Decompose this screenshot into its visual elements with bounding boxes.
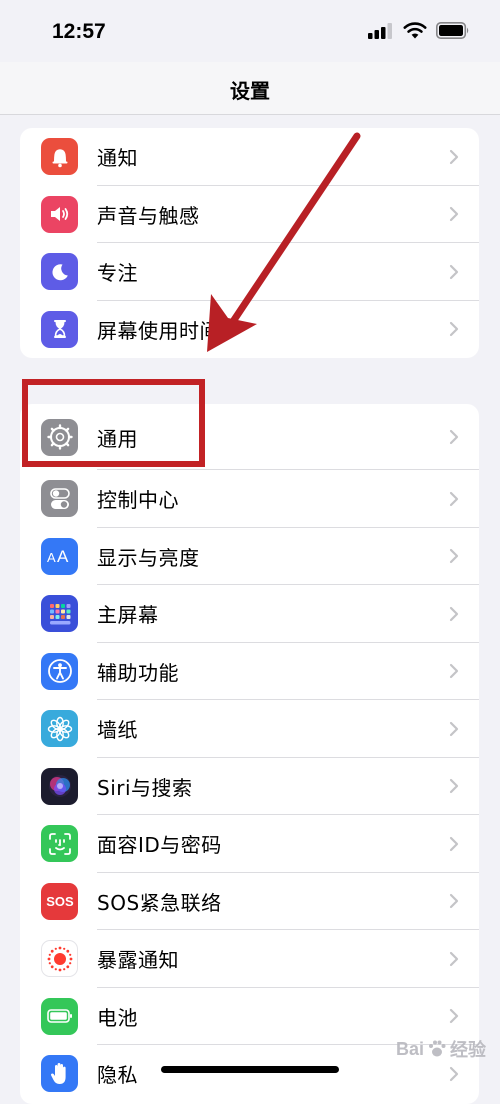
watermark-brand: Bai bbox=[395, 1038, 424, 1059]
chevron-right-icon bbox=[449, 264, 459, 279]
settings-row-label: 墙纸 bbox=[97, 718, 138, 743]
chevron-right-icon bbox=[449, 322, 459, 337]
hand-icon bbox=[41, 1055, 78, 1093]
settings-row-label: 主屏幕 bbox=[97, 603, 159, 628]
chevron-right-icon bbox=[449, 721, 459, 736]
svg-text:A: A bbox=[47, 550, 56, 565]
settings-row-label: 通知 bbox=[97, 146, 138, 171]
settings-row-label: 显示与亮度 bbox=[97, 545, 200, 570]
accessibility-icon bbox=[41, 652, 78, 690]
siri-icon bbox=[41, 767, 78, 805]
settings-row-label: 隐私 bbox=[97, 1063, 138, 1088]
chevron-right-icon bbox=[449, 207, 459, 222]
svg-text:A: A bbox=[57, 547, 69, 566]
svg-text:SOS: SOS bbox=[46, 894, 74, 909]
settings-row-face-id[interactable]: 面容ID与密码 bbox=[20, 815, 479, 873]
settings-row-control-center[interactable]: 控制中心 bbox=[20, 470, 479, 528]
exposure-icon bbox=[41, 940, 78, 978]
settings-row-exposure-notifications[interactable]: 暴露通知 bbox=[20, 930, 479, 988]
chevron-right-icon bbox=[449, 951, 459, 966]
watermark-logo: Bai 经验 bbox=[396, 1036, 486, 1062]
system-indicators bbox=[368, 22, 470, 39]
settings-row-label: Siri与搜索 bbox=[97, 775, 193, 800]
chevron-right-icon bbox=[449, 1009, 459, 1024]
settings-row-label: 电池 bbox=[97, 1005, 138, 1030]
settings-row-wallpaper[interactable]: 墙纸 bbox=[20, 700, 479, 758]
settings-row-label: SOS紧急联络 bbox=[97, 890, 222, 915]
settings-row-home-screen[interactable]: 主屏幕 bbox=[20, 585, 479, 643]
settings-row-emergency-sos[interactable]: SOS SOS紧急联络 bbox=[20, 873, 479, 930]
wifi-icon bbox=[403, 22, 427, 39]
settings-group-general: 通用 控制中心 AA 显示与亮度 主屏幕 辅助功能 墙纸 Siri与搜索 面容I… bbox=[20, 404, 479, 1104]
navigation-bar: 设置 bbox=[0, 62, 500, 115]
settings-row-label: 辅助功能 bbox=[97, 660, 179, 685]
chevron-right-icon bbox=[449, 836, 459, 851]
settings-group-notifications: 通知 声音与触感 专注 屏幕使用时间 bbox=[20, 128, 479, 358]
moon-icon bbox=[41, 253, 78, 291]
settings-row-siri[interactable]: Siri与搜索 bbox=[20, 758, 479, 815]
toggles-icon bbox=[41, 480, 78, 518]
settings-row-label: 控制中心 bbox=[97, 488, 179, 513]
chevron-right-icon bbox=[449, 664, 459, 679]
text-size-icon: AA bbox=[41, 537, 78, 575]
cellular-signal-icon bbox=[368, 22, 392, 39]
settings-row-label: 专注 bbox=[97, 261, 138, 286]
app-grid-icon bbox=[41, 595, 78, 633]
chevron-right-icon bbox=[449, 429, 459, 445]
settings-row-label: 通用 bbox=[97, 426, 138, 451]
settings-row-sounds[interactable]: 声音与触感 bbox=[20, 186, 479, 243]
status-time: 12:57 bbox=[52, 20, 106, 43]
chevron-right-icon bbox=[449, 1066, 459, 1081]
settings-row-display[interactable]: AA 显示与亮度 bbox=[20, 528, 479, 585]
chevron-right-icon bbox=[449, 894, 459, 909]
speaker-icon bbox=[41, 195, 78, 233]
chevron-right-icon bbox=[449, 606, 459, 621]
chevron-right-icon bbox=[449, 149, 459, 164]
battery-icon bbox=[41, 997, 78, 1035]
settings-row-notifications[interactable]: 通知 bbox=[20, 128, 479, 186]
settings-row-screen-time[interactable]: 屏幕使用时间 bbox=[20, 301, 479, 359]
settings-row-label: 暴露通知 bbox=[97, 948, 179, 973]
faceid-icon bbox=[41, 825, 78, 863]
home-indicator[interactable] bbox=[161, 1066, 339, 1073]
chevron-right-icon bbox=[449, 491, 459, 506]
bell-icon bbox=[41, 138, 78, 176]
watermark-suffix: 经验 bbox=[450, 1040, 486, 1060]
battery-status-icon bbox=[436, 22, 469, 39]
gear-icon bbox=[41, 418, 78, 456]
settings-row-focus[interactable]: 专注 bbox=[20, 243, 479, 301]
sos-icon: SOS bbox=[41, 882, 78, 920]
settings-row-accessibility[interactable]: 辅助功能 bbox=[20, 643, 479, 700]
settings-row-label: 面容ID与密码 bbox=[97, 833, 222, 858]
page-title: 设置 bbox=[230, 79, 270, 103]
flower-icon bbox=[41, 710, 78, 748]
paw-icon bbox=[429, 1040, 446, 1057]
settings-row-general[interactable]: 通用 bbox=[20, 404, 479, 470]
settings-row-label: 声音与触感 bbox=[97, 203, 200, 228]
status-bar: 12:57 bbox=[0, 0, 500, 62]
chevron-right-icon bbox=[449, 549, 459, 564]
hourglass-icon bbox=[41, 310, 78, 348]
settings-row-label: 屏幕使用时间 bbox=[97, 318, 220, 343]
chevron-right-icon bbox=[449, 779, 459, 794]
